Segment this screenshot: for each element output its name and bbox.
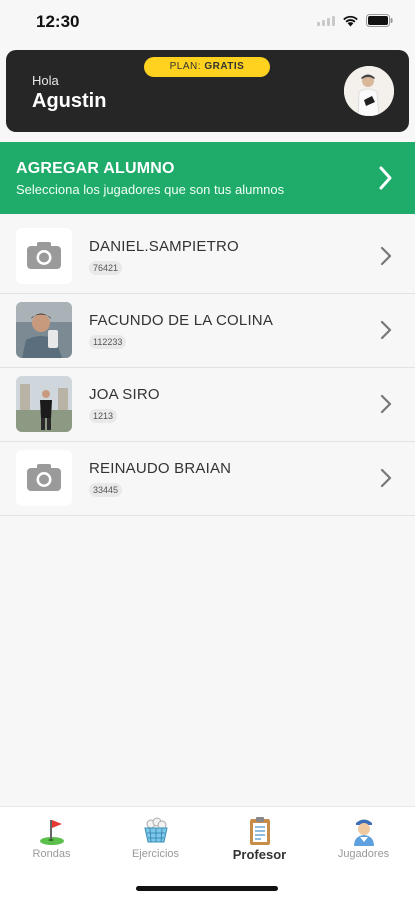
add-student-title[interactable]: AGREGAR ALUMNO <box>16 160 175 178</box>
add-student-banner[interactable] <box>0 142 415 214</box>
camera-placeholder-icon <box>16 450 72 506</box>
clipboard-icon <box>244 815 276 847</box>
tab-label: Profesor <box>232 847 287 862</box>
add-student-subtitle: Selecciona los jugadores que son tus alu… <box>16 182 285 197</box>
student-photo <box>16 302 72 358</box>
home-indicator[interactable] <box>136 886 278 891</box>
plan-value: GRATIS <box>204 61 245 72</box>
plan-badge: PLAN: GRATIS <box>144 57 270 77</box>
student-row[interactable]: DANIEL.SAMPIETRO 76421 <box>0 220 415 294</box>
student-row[interactable]: REINAUDO BRAIAN 33445 <box>0 442 415 516</box>
student-name: DANIEL.SAMPIETRO <box>89 238 239 255</box>
battery-icon <box>366 14 393 27</box>
student-name: REINAUDO BRAIAN <box>89 460 232 477</box>
chevron-right-icon[interactable] <box>380 320 392 345</box>
student-code-badge: 76421 <box>89 261 123 275</box>
student-name: FACUNDO DE LA COLINA <box>89 312 274 329</box>
chevron-right-icon[interactable] <box>380 394 392 419</box>
golfer-icon <box>348 815 380 847</box>
tab-profesor[interactable]: Profesor <box>208 807 311 877</box>
tab-rondas[interactable]: Rondas <box>0 807 103 877</box>
student-row[interactable]: JOA SIRO 1213 <box>0 368 415 442</box>
golf-flag-icon <box>36 815 68 847</box>
tab-label: Rondas <box>32 848 71 860</box>
signal-icon <box>317 15 335 26</box>
chevron-right-icon[interactable] <box>380 246 392 271</box>
student-list: DANIEL.SAMPIETRO 76421 FACUNDO DE LA COL… <box>0 220 415 516</box>
user-name: Agustin <box>32 90 107 112</box>
tab-label: Jugadores <box>337 848 390 860</box>
student-row[interactable]: FACUNDO DE LA COLINA 112233 <box>0 294 415 368</box>
ball-basket-icon <box>140 815 172 847</box>
wifi-icon <box>342 15 359 27</box>
status-icons <box>317 14 393 27</box>
student-photo <box>16 376 72 432</box>
tab-label: Ejercicios <box>131 848 180 860</box>
student-code-badge: 33445 <box>89 483 123 497</box>
chevron-right-icon[interactable] <box>378 165 394 196</box>
student-code-badge: 1213 <box>89 409 118 423</box>
plan-prefix: PLAN: <box>169 61 202 72</box>
tab-jugadores[interactable]: Jugadores <box>312 807 415 877</box>
student-name: JOA SIRO <box>89 386 160 403</box>
status-time: 12:30 <box>36 12 80 31</box>
greeting: Hola <box>32 73 59 88</box>
chevron-right-icon[interactable] <box>380 468 392 493</box>
student-code-badge: 112233 <box>89 335 127 349</box>
tab-ejercicios[interactable]: Ejercicios <box>104 807 207 877</box>
user-avatar[interactable] <box>344 66 394 116</box>
camera-placeholder-icon <box>16 228 72 284</box>
status-bar: 12:30 <box>0 0 415 46</box>
